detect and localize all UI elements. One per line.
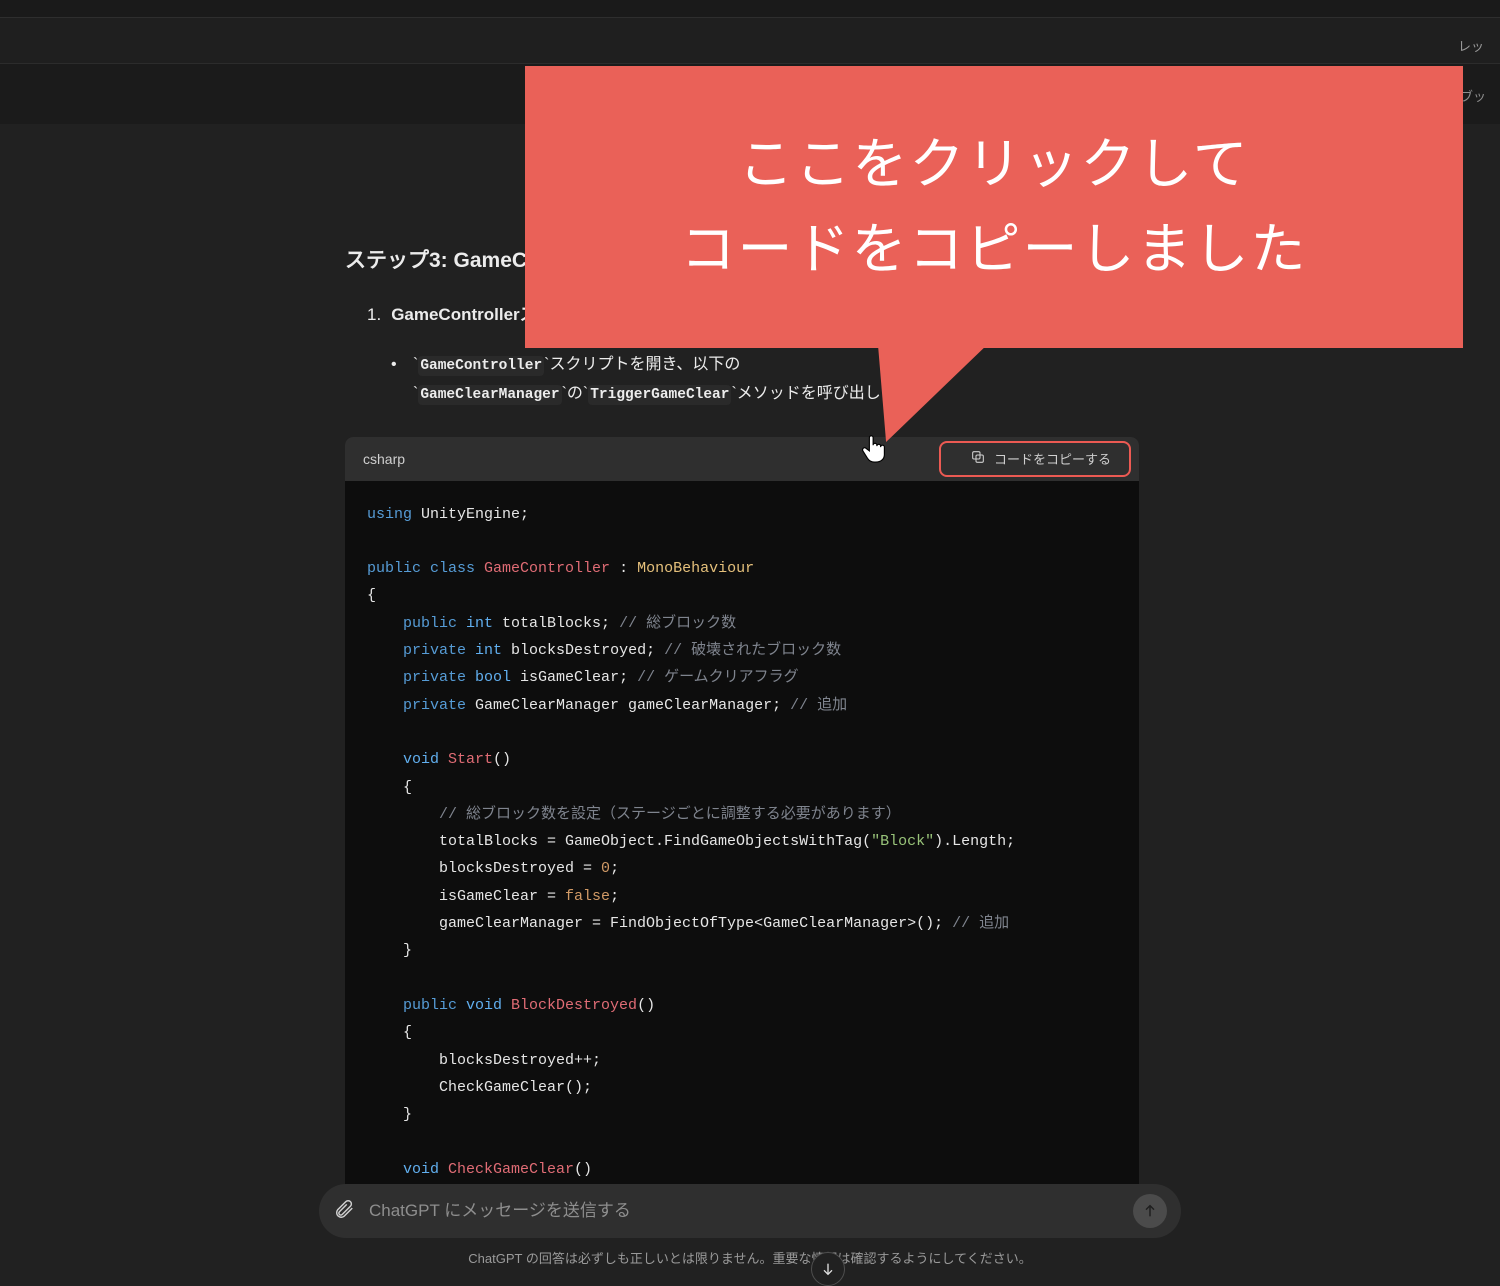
bullet-text: スクリプトを開き、以下の (549, 356, 740, 373)
callout-line: コードをコピーしました (680, 207, 1307, 292)
copy-label: コードをコピーする (994, 449, 1111, 468)
inline-code: GameController (418, 356, 544, 376)
annotation-callout: ここをクリックして コードをコピーしました (525, 66, 1463, 348)
bullet-item: `GameController`スクリプトを開き、以下の `GameClearM… (413, 351, 1155, 409)
bullet-text: の (567, 385, 583, 402)
chat-input[interactable] (369, 1201, 1119, 1221)
code-header: csharp コードをコピーする (345, 437, 1139, 481)
disclaimer-text: ChatGPT の回答は必ずしも正しいとは限りません。重要な情報は確認するように… (468, 1248, 1031, 1267)
code-content: using UnityEngine; public class GameCont… (345, 481, 1139, 1240)
inline-code: GameClearManager (418, 385, 561, 405)
language-label: csharp (363, 451, 405, 467)
copy-code-button[interactable]: コードをコピーする (960, 444, 1121, 473)
attach-icon[interactable] (333, 1198, 355, 1225)
browser-tabbar: レッ (0, 18, 1500, 64)
ol-number: 1. (367, 305, 381, 325)
scroll-down-button[interactable] (811, 1252, 845, 1286)
input-area: ChatGPT の回答は必ずしも正しいとは限りません。重要な情報は確認するように… (0, 1184, 1500, 1275)
callout-line: ここをクリックして (738, 122, 1249, 207)
copy-icon (970, 449, 986, 468)
inline-code: TriggerGameClear (588, 385, 731, 405)
code-block: csharp コードをコピーする using UnityEngine; publ… (345, 437, 1139, 1240)
tab-truncated-label: レッ (1458, 36, 1484, 55)
browser-topbar (0, 0, 1500, 18)
chat-input-bar (319, 1184, 1181, 1238)
send-button[interactable] (1133, 1194, 1167, 1228)
